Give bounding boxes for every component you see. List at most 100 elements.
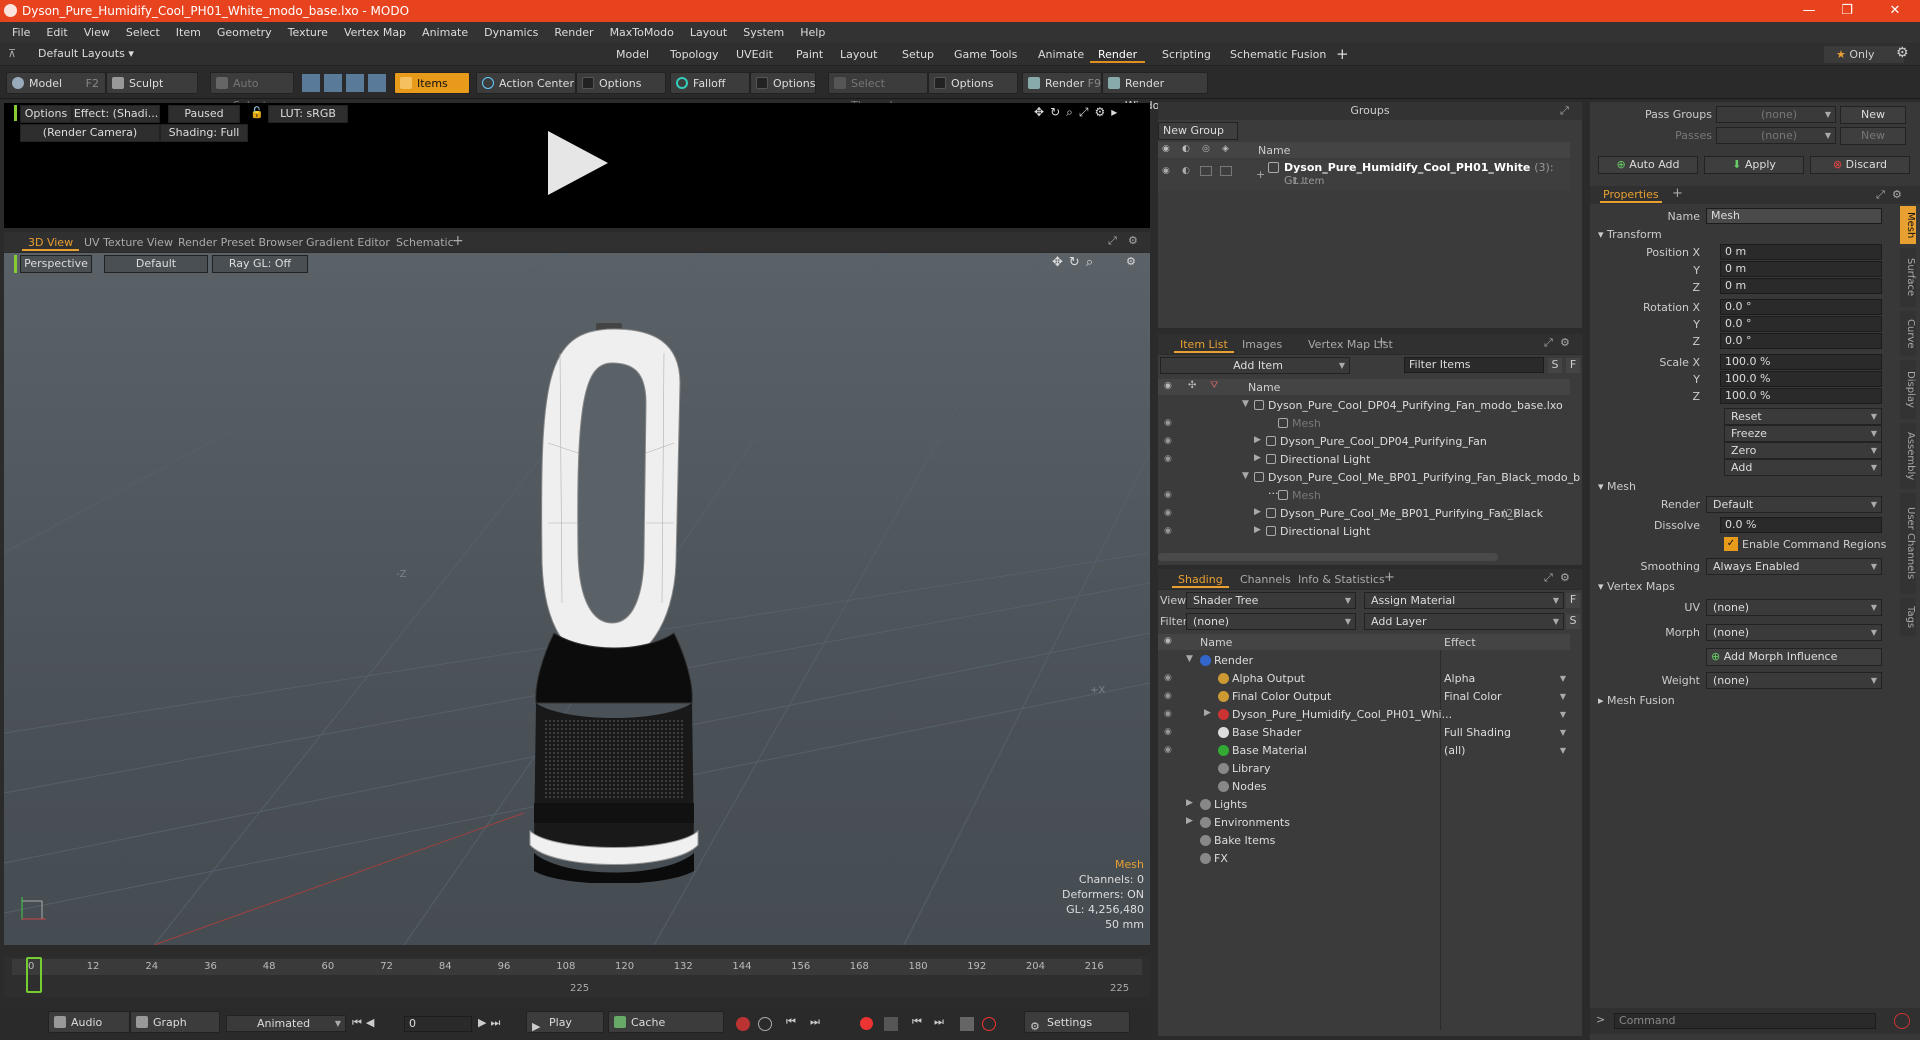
falloff-button[interactable]: Falloff (670, 72, 750, 94)
add-tab-icon[interactable]: + (1336, 45, 1349, 63)
maximize-icon[interactable]: ⤢ (1560, 104, 1569, 118)
select-options-button[interactable]: Options (928, 72, 1018, 94)
playhead[interactable] (26, 957, 42, 993)
pan-icon[interactable]: ✥ (1034, 105, 1050, 119)
command-input[interactable]: Command (1614, 1013, 1876, 1029)
lut-dropdown[interactable]: LUT: sRGB (268, 105, 348, 123)
render-toggle-icon[interactable]: ◐ (1182, 166, 1190, 176)
shader-tree-row[interactable]: ◉ Alpha Output Alpha ▼ (1158, 670, 1570, 688)
layout-tab-scripting[interactable]: Scripting (1154, 46, 1219, 63)
expand-arrow-icon[interactable]: ▶ (1254, 453, 1261, 463)
add-tab-icon[interactable]: + (1384, 570, 1395, 585)
new-pass-button[interactable]: New (1840, 127, 1906, 145)
prev-key-icon[interactable]: ⏮ (786, 1015, 796, 1029)
gear-icon[interactable]: ⚙ (1560, 571, 1570, 584)
graph-editor-button[interactable]: Graph Editor (130, 1011, 220, 1040)
layout-tab-render[interactable]: Render (1090, 46, 1146, 63)
visibility-eye-icon[interactable]: ◉ (1164, 418, 1172, 428)
render-window-button[interactable]: Render Window (1102, 72, 1208, 112)
shader-tree-row[interactable]: ◉ Final Color Output Final Color ▼ (1158, 688, 1570, 706)
falloff-options-button[interactable]: Options (750, 72, 816, 94)
item-list-row[interactable]: ◉ ▼ Dyson_Pure_Cool_DP04_Purifying_Fan_mod… (1158, 397, 1570, 415)
command-clear-icon[interactable] (1894, 1013, 1910, 1029)
add-tab-icon[interactable]: + (1376, 335, 1387, 350)
expand-icon[interactable]: + (1256, 168, 1265, 181)
add-morph-button[interactable]: ⊕ Add Morph Influence (1706, 648, 1882, 666)
layout-tab-layout[interactable]: Layout (832, 46, 885, 63)
frame-input[interactable]: 0 (404, 1016, 472, 1032)
add-viewport-tab-icon[interactable]: + (452, 233, 464, 249)
visibility-eye-icon[interactable]: ◉ (1164, 673, 1172, 683)
visibility-eye-icon[interactable]: ◉ (1164, 454, 1172, 464)
item-list-row[interactable]: ◉ ▶ Dyson_Pure_Cool_DP04_Purifying_Fan (1158, 433, 1570, 451)
shading-f-button[interactable]: F (1566, 593, 1580, 608)
go-end-icon[interactable]: ⏭ (490, 1016, 504, 1029)
layout-tab-schematic-fusion[interactable]: Schematic Fusion (1222, 46, 1334, 63)
shading-s-button[interactable]: S (1566, 614, 1580, 629)
expand-arrow-icon[interactable]: ▶ (1254, 435, 1261, 445)
discard-button[interactable]: ⊗ Discard (1810, 156, 1910, 174)
timeline-options-icon[interactable] (960, 1017, 974, 1031)
position-y-field[interactable]: 0 m (1720, 261, 1882, 277)
name-field[interactable]: Mesh (1706, 208, 1882, 224)
rotate-icon[interactable]: ↻ (1069, 255, 1086, 270)
expand-arrow-icon[interactable]: ▼ (1242, 471, 1249, 481)
view-dropdown[interactable]: Shader Tree (1186, 592, 1356, 609)
side-tab-surface[interactable]: Surface (1900, 248, 1916, 307)
add-tab-icon[interactable]: + (1672, 186, 1683, 201)
materials-mode-icon[interactable] (368, 74, 386, 92)
rotate-icon[interactable]: ↻ (1050, 105, 1066, 119)
action-center-button[interactable]: Action Center (476, 72, 576, 94)
layout-tab-setup[interactable]: Setup (894, 46, 942, 63)
gear-icon[interactable]: ⚙ (1560, 336, 1570, 349)
fit-icon[interactable]: ⤢ (1079, 105, 1095, 119)
assign-material-dropdown[interactable]: Assign Material (1364, 592, 1564, 609)
key-all-icon[interactable] (758, 1017, 772, 1031)
vertex-maps-section[interactable]: ▾ Vertex Maps (1598, 580, 1675, 593)
rotation-x-field[interactable]: 0.0 ° (1720, 299, 1882, 315)
weight-dropdown[interactable]: (none) (1706, 672, 1882, 689)
shader-tree-row[interactable]: ▼ Render (1158, 652, 1570, 670)
position-z-field[interactable]: 0 m (1720, 278, 1882, 294)
item-list-row[interactable]: ◉ Mesh (1158, 487, 1570, 505)
menu-dynamics[interactable]: Dynamics (484, 22, 538, 43)
visibility-eye-icon[interactable]: ◉ (1164, 691, 1172, 701)
maximize-icon[interactable]: ⤢ (1876, 188, 1885, 202)
viewport-tab-3d-view[interactable]: 3D View (22, 234, 80, 251)
rotation-y-field[interactable]: 0.0 ° (1720, 316, 1882, 332)
visibility-eye-icon[interactable]: ◉ (1164, 508, 1172, 518)
filter-items-input[interactable]: Filter Items (1404, 357, 1544, 373)
visibility-eye-icon[interactable]: ◉ (1164, 745, 1172, 755)
gear-icon[interactable]: ⚙ (1128, 234, 1138, 247)
expand-arrow-icon[interactable]: ▶ (1186, 816, 1193, 826)
auto-add-button[interactable]: ⊕ Auto Add (1598, 156, 1698, 174)
go-start-icon[interactable]: ⏮ (352, 1016, 366, 1029)
paused-toggle[interactable]: Paused (168, 105, 240, 123)
layout-tab-game-tools[interactable]: Game Tools (946, 46, 1025, 63)
scale-y-field[interactable]: 100.0 % (1720, 371, 1882, 387)
tab-images[interactable]: Images (1236, 336, 1288, 353)
key-filter-icon[interactable] (884, 1017, 898, 1031)
humidifier-mesh[interactable] (524, 323, 704, 883)
timeline-record-icon[interactable] (982, 1017, 996, 1031)
gear-icon[interactable]: ⚙ (1094, 105, 1111, 119)
select-through-button[interactable]: Select Through (828, 72, 928, 112)
visibility-eye-icon[interactable]: ◉ (1164, 400, 1172, 410)
perspective-dropdown[interactable]: Perspective (20, 255, 92, 273)
item-list-row[interactable]: ◉ ▶ Directional Light (1158, 523, 1570, 541)
maximize-icon[interactable]: ⤢ (1544, 571, 1553, 585)
layout-grip-icon[interactable]: ⊼ (8, 47, 16, 60)
pass-groups-dropdown[interactable]: (none) (1716, 106, 1836, 123)
visibility-eye-icon[interactable]: ◉ (1162, 166, 1170, 176)
viewport-tab-gradient-editor[interactable]: Gradient Editor (300, 234, 396, 251)
mesh-section[interactable]: ▾ Mesh (1598, 480, 1636, 493)
filter-dropdown[interactable]: (none) (1186, 613, 1356, 630)
render-camera-dropdown[interactable]: (Render Camera) (20, 124, 160, 142)
lock-icon[interactable]: 🔓 (250, 106, 264, 119)
select-toggle-icon[interactable] (1220, 166, 1232, 176)
menu-vertex-map[interactable]: Vertex Map (344, 22, 406, 43)
expand-arrow-icon[interactable]: ▶ (1254, 507, 1261, 517)
key-red-icon[interactable] (736, 1017, 750, 1031)
action-options-button[interactable]: Options (576, 72, 666, 94)
shader-effect-dropdown[interactable]: Full Shading ▼ (1444, 726, 1566, 739)
